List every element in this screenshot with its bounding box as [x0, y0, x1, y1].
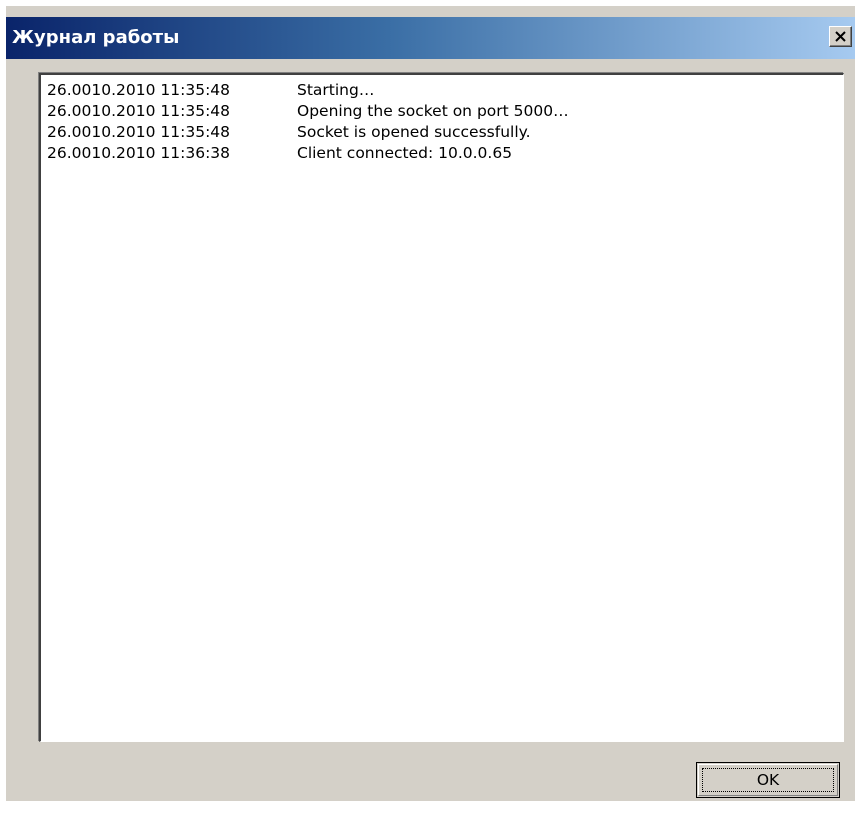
log-dialog: Журнал работы 26.0010.2010 11:35:48 Star…: [6, 6, 855, 801]
log-entry[interactable]: 26.0010.2010 11:35:48 Starting…: [47, 80, 843, 101]
log-entry-time: 26.0010.2010 11:36:38: [47, 144, 231, 162]
log-entry[interactable]: 26.0010.2010 11:35:48 Socket is opened s…: [47, 122, 843, 143]
log-list: 26.0010.2010 11:35:48 Starting… 26.0010.…: [41, 75, 843, 164]
log-entry-message: Opening the socket on port 5000…: [297, 102, 569, 120]
log-entry-time: 26.0010.2010 11:35:48: [47, 81, 231, 99]
log-entry-time: 26.0010.2010 11:35:48: [47, 102, 231, 120]
close-button[interactable]: [829, 26, 852, 47]
title-bar[interactable]: Журнал работы: [6, 17, 855, 59]
log-entry-message: Socket is opened successfully.: [297, 123, 531, 141]
ok-button-label: OK: [756, 771, 780, 789]
log-entry-message: Starting…: [297, 81, 375, 99]
window-title: Журнал работы: [12, 27, 180, 48]
log-entry[interactable]: 26.0010.2010 11:35:48 Opening the socket…: [47, 101, 843, 122]
log-entry[interactable]: 26.0010.2010 11:36:38 Client connected: …: [47, 143, 843, 164]
close-icon: [835, 31, 846, 42]
ok-button[interactable]: OK: [696, 762, 840, 798]
log-entry-message: Client connected: 10.0.0.65: [297, 144, 513, 162]
log-listbox[interactable]: 26.0010.2010 11:35:48 Starting… 26.0010.…: [39, 73, 844, 742]
log-entry-time: 26.0010.2010 11:35:48: [47, 123, 231, 141]
